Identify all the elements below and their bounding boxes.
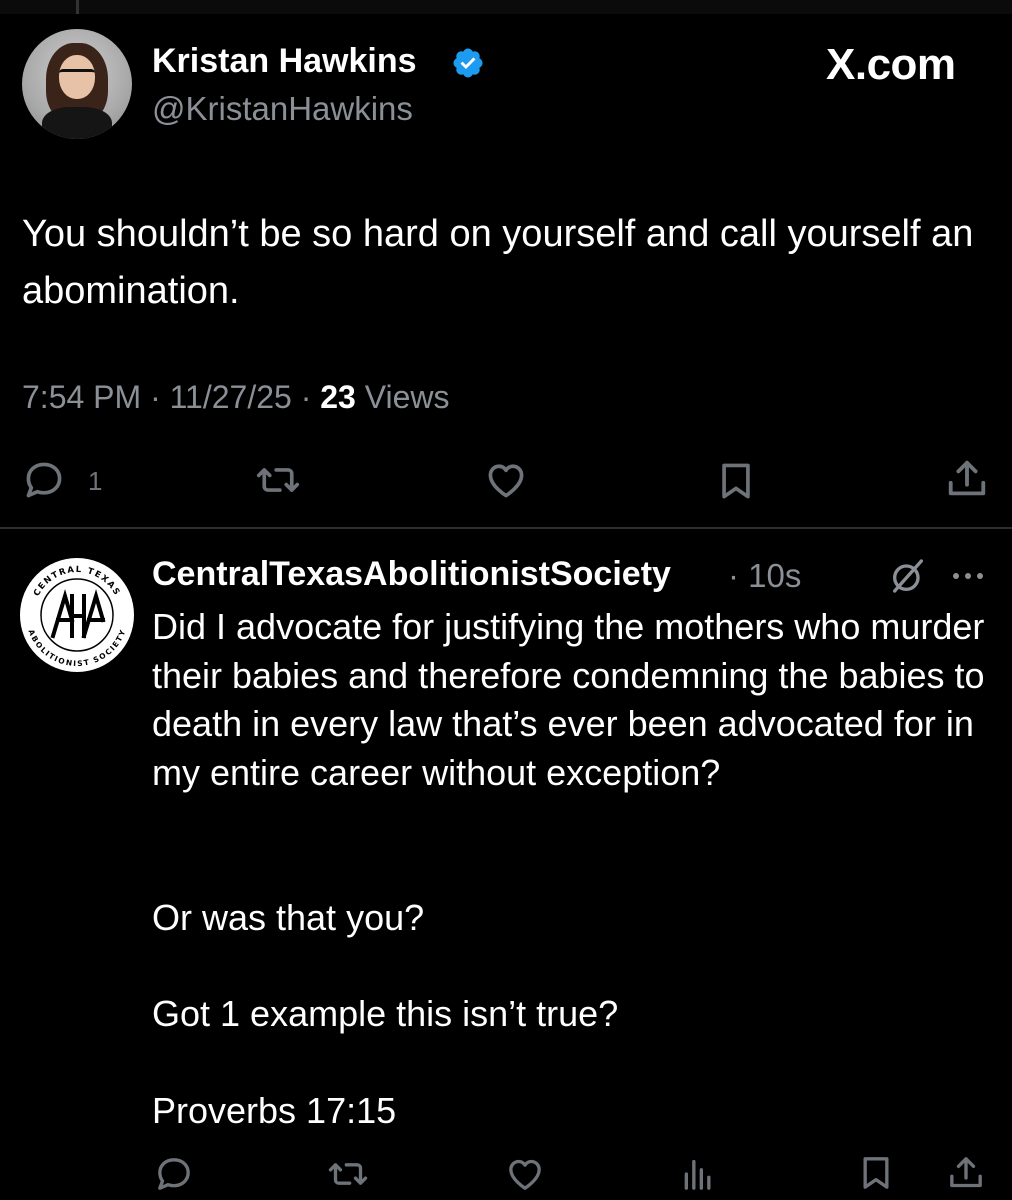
author-handle[interactable]: @KristanHawkins (152, 90, 413, 128)
reply-paragraph: Did I advocate for justifying the mother… (152, 606, 985, 793)
tweet-divider (0, 527, 1012, 529)
author-name[interactable]: Kristan Hawkins (152, 42, 417, 81)
views-label: Views (364, 379, 450, 415)
reply-author-avatar[interactable]: CENTRAL TEXAS ABOLITIONIST SOCIETY (20, 558, 134, 672)
retweet-icon[interactable] (254, 458, 302, 502)
author-avatar[interactable] (22, 29, 132, 139)
top-bar (0, 0, 1012, 14)
reply-author-name[interactable]: CentralTexasAbolitionistSociety (152, 555, 671, 594)
like-icon[interactable] (483, 458, 529, 502)
tweet-date[interactable]: 11/27/25 (170, 379, 292, 415)
views-count: 23 (320, 379, 356, 415)
reply-time[interactable]: · 10s (728, 557, 801, 595)
analytics-icon[interactable] (678, 1154, 718, 1194)
like-icon[interactable] (504, 1154, 546, 1194)
brand-watermark: X.com (826, 40, 956, 89)
tweet-text: You shouldn’t be so hard on yourself and… (22, 213, 974, 312)
reply-paragraph: Got 1 example this isn’t true? (152, 993, 619, 1034)
reply-icon[interactable] (154, 1154, 194, 1194)
scroll-indicator (76, 0, 79, 14)
grok-icon[interactable] (888, 556, 928, 596)
reply-paragraph: Or was that you? (152, 897, 425, 938)
time-separator: · (728, 557, 749, 594)
avatar-body (42, 107, 112, 139)
reply-count: 1 (88, 466, 103, 496)
reply-text: Did I advocate for justifying the mother… (152, 603, 992, 797)
more-icon[interactable] (948, 566, 988, 586)
meta-separator: · (300, 379, 321, 415)
share-icon[interactable] (944, 456, 990, 502)
reply-paragraph: Proverbs 17:15 (152, 1090, 397, 1131)
retweet-icon[interactable] (326, 1154, 370, 1194)
bookmark-icon[interactable] (714, 458, 758, 504)
avatar-glasses (59, 69, 95, 80)
meta-separator: · (150, 379, 170, 415)
reply-icon[interactable] (22, 458, 66, 502)
aha-logo: CENTRAL TEXAS ABOLITIONIST SOCIETY (22, 560, 132, 670)
reply-time-value: 10s (748, 557, 802, 594)
bookmark-icon[interactable] (856, 1152, 896, 1194)
tweet-meta: 7:54 PM · 11/27/25 · 23 Views (22, 379, 450, 416)
verified-badge-icon (453, 48, 483, 78)
tweet-time[interactable]: 7:54 PM (22, 379, 141, 415)
share-icon[interactable] (946, 1152, 986, 1194)
